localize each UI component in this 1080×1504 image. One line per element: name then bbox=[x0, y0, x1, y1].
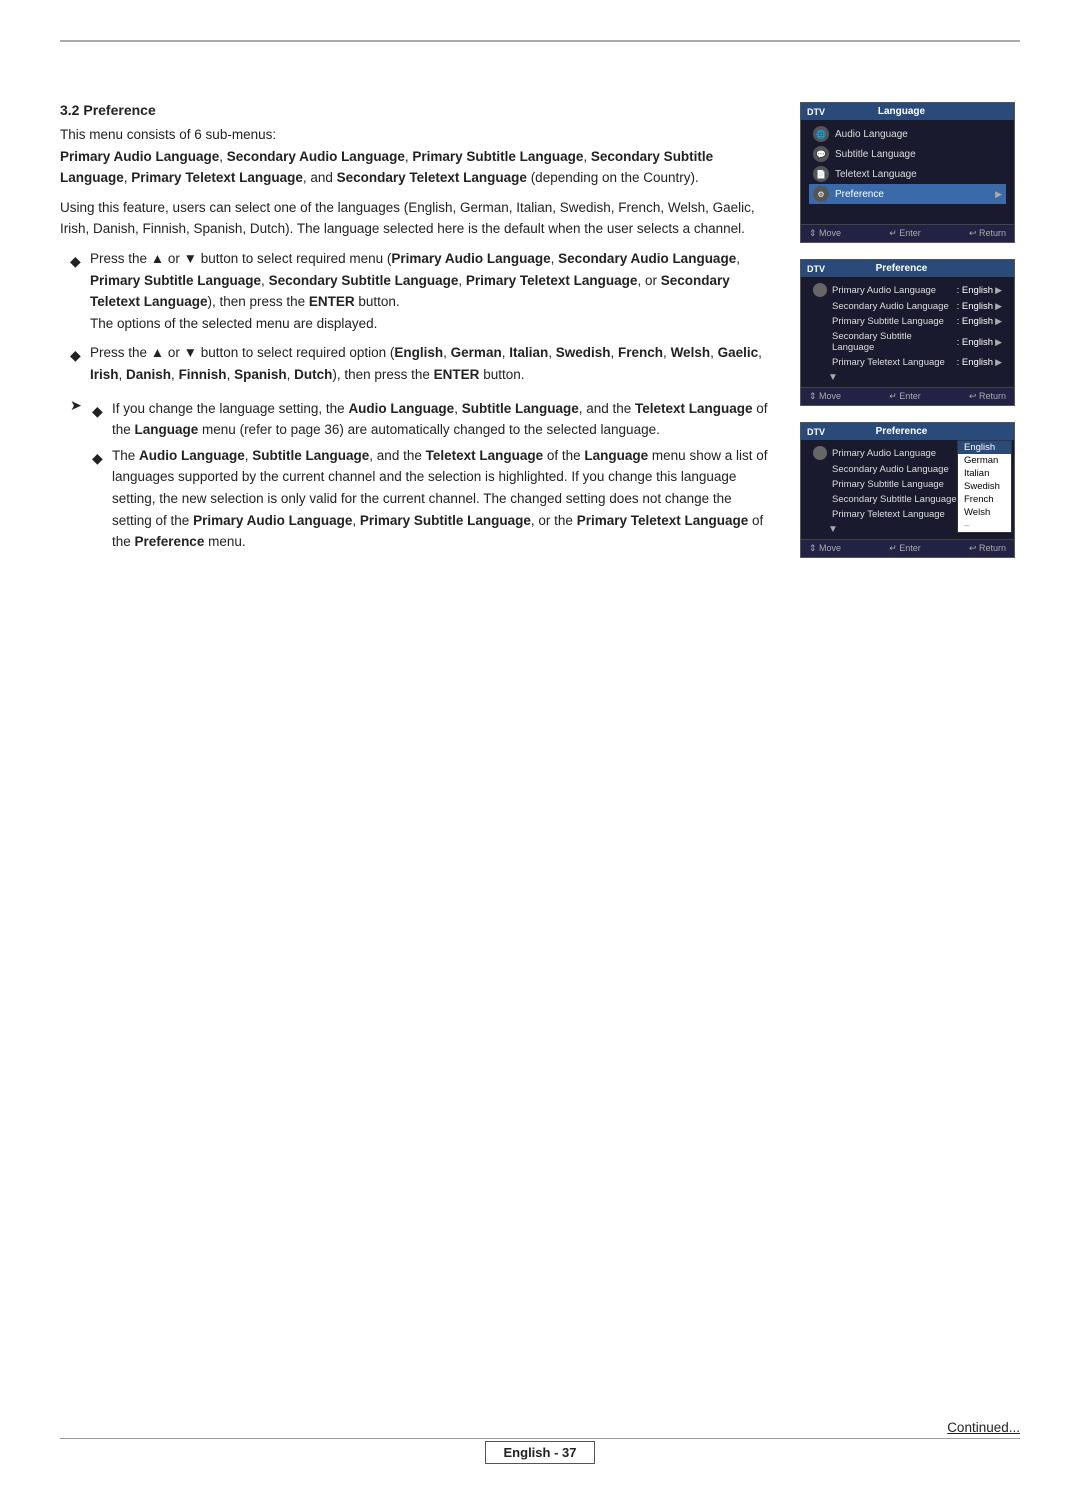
dropdown-scrollbar: – bbox=[958, 519, 1011, 532]
section-number: 3.2 Preference bbox=[60, 102, 156, 118]
bullet-text-1: Press the ▲ or ▼ button to select requir… bbox=[90, 248, 770, 334]
dropdown-opt-german: German bbox=[958, 454, 1011, 467]
panel-1-title: Language bbox=[878, 106, 925, 117]
panel-1-row-subtitle: 💬 Subtitle Language bbox=[809, 144, 1006, 164]
panel-2-dtv: DTV bbox=[807, 264, 825, 274]
panel-1-footer: ⇕ Move ↵ Enter ↩ Return bbox=[801, 224, 1014, 242]
bullet-item-1: ◆ Press the ▲ or ▼ button to select requ… bbox=[70, 248, 770, 334]
panel-2-body: Primary Audio Language : English ▶ Secon… bbox=[801, 277, 1014, 387]
bullet-text-2: Press the ▲ or ▼ button to select requir… bbox=[90, 342, 770, 385]
bullet-list: ◆ Press the ▲ or ▼ button to select requ… bbox=[70, 248, 770, 386]
main-content: 3.2 Preference This menu consists of 6 s… bbox=[60, 102, 770, 565]
tv-panel-2: DTV Preference Primary Audio Language : … bbox=[800, 259, 1015, 406]
arrow-content: ◆ If you change the language setting, th… bbox=[92, 394, 770, 557]
sub-bullet-2: ◆ The Audio Language, Subtitle Language,… bbox=[92, 445, 770, 553]
panel-2-row-1: Secondary Audio Language : English ▶ bbox=[809, 299, 1006, 314]
dropdown-opt-swedish: Swedish bbox=[958, 480, 1011, 493]
sub-text-2: The Audio Language, Subtitle Language, a… bbox=[112, 445, 770, 553]
footer-move-2: ⇕ Move bbox=[809, 391, 841, 402]
panel-1-dtv: DTV bbox=[807, 107, 825, 117]
pref-icon: ⚙ bbox=[813, 186, 829, 202]
panel-1-header: DTV Language bbox=[801, 103, 1014, 120]
panel-2-row-0: Primary Audio Language : English ▶ bbox=[809, 281, 1006, 299]
footer-move-3: ⇕ Move bbox=[809, 543, 841, 554]
page-number-box: English - 37 bbox=[485, 1441, 596, 1464]
description-text: Using this feature, users can select one… bbox=[60, 197, 770, 240]
pref-row-icon-0 bbox=[813, 283, 827, 297]
panel-3-footer: ⇕ Move ↵ Enter ↩ Return bbox=[801, 539, 1014, 557]
panel-1-spacer bbox=[809, 204, 1006, 220]
arrow-section: ➤ ◆ If you change the language setting, … bbox=[70, 394, 770, 557]
sub-diamond-1: ◆ bbox=[92, 400, 106, 422]
panel-1-body: 🌐 Audio Language 💬 Subtitle Language 📄 T… bbox=[801, 120, 1014, 224]
footer-enter-2: ↵ Enter bbox=[889, 391, 921, 402]
tv-panels: DTV Language 🌐 Audio Language 💬 Subtitle… bbox=[800, 102, 1020, 565]
tv-panel-3: DTV Preference Primary Audio Language Se… bbox=[800, 422, 1015, 558]
panel-3-title: Preference bbox=[876, 426, 928, 437]
intro-text: This menu consists of 6 sub-menus: Prima… bbox=[60, 124, 770, 189]
tv-panel-1: DTV Language 🌐 Audio Language 💬 Subtitle… bbox=[800, 102, 1015, 243]
panel-2-header: DTV Preference bbox=[801, 260, 1014, 277]
panel-3-body: Primary Audio Language Secondary Audio L… bbox=[801, 440, 1014, 539]
audio-icon: 🌐 bbox=[813, 126, 829, 142]
footer-move-1: ⇕ Move bbox=[809, 228, 841, 239]
footer-return-2: ↩ Return bbox=[969, 391, 1006, 402]
subtitle-icon: 💬 bbox=[813, 146, 829, 162]
panel-2-row-4: Primary Teletext Language : English ▶ bbox=[809, 355, 1006, 370]
footer-return-1: ↩ Return bbox=[969, 228, 1006, 239]
panel-2-row-2: Primary Subtitle Language : English ▶ bbox=[809, 314, 1006, 329]
sub-diamond-2: ◆ bbox=[92, 447, 106, 469]
dropdown-overlay: English German Italian Swedish French We… bbox=[957, 440, 1012, 533]
dropdown-opt-welsh: Welsh bbox=[958, 506, 1011, 519]
dropdown-opt-english: English bbox=[958, 441, 1011, 454]
footer-return-3: ↩ Return bbox=[969, 543, 1006, 554]
pref-arrow: ▶ bbox=[995, 189, 1002, 200]
diamond-icon-2: ◆ bbox=[70, 344, 84, 366]
footer-enter-3: ↵ Enter bbox=[889, 543, 921, 554]
sub-bullet-1: ◆ If you change the language setting, th… bbox=[92, 398, 770, 441]
diamond-icon-1: ◆ bbox=[70, 250, 84, 272]
panel-2-footer: ⇕ Move ↵ Enter ↩ Return bbox=[801, 387, 1014, 405]
dropdown-opt-italian: Italian bbox=[958, 467, 1011, 480]
continued-text: Continued... bbox=[0, 1420, 1080, 1435]
panel-3-header: DTV Preference bbox=[801, 423, 1014, 440]
sub-text-1: If you change the language setting, the … bbox=[112, 398, 770, 441]
panel-2-title: Preference bbox=[876, 263, 928, 274]
panel-3-dtv: DTV bbox=[807, 427, 825, 437]
panel-1-row-preference: ⚙ Preference ▶ bbox=[809, 184, 1006, 204]
panel-2-more: ▼ bbox=[809, 370, 1006, 383]
panel-2-row-3: Secondary Subtitle Language : English ▶ bbox=[809, 329, 1006, 355]
arrow-icon: ➤ bbox=[70, 394, 88, 416]
pref3-row-icon-0 bbox=[813, 446, 827, 460]
dropdown-opt-french: French bbox=[958, 493, 1011, 506]
panel-1-row-teletext: 📄 Teletext Language bbox=[809, 164, 1006, 184]
page-footer: Continued... English - 37 bbox=[0, 1420, 1080, 1464]
panel-1-row-audio: 🌐 Audio Language bbox=[809, 124, 1006, 144]
teletext-icon: 📄 bbox=[813, 166, 829, 182]
section-heading: 3.2 Preference bbox=[60, 102, 770, 118]
bullet-item-2: ◆ Press the ▲ or ▼ button to select requ… bbox=[70, 342, 770, 385]
footer-enter-1: ↵ Enter bbox=[889, 228, 921, 239]
